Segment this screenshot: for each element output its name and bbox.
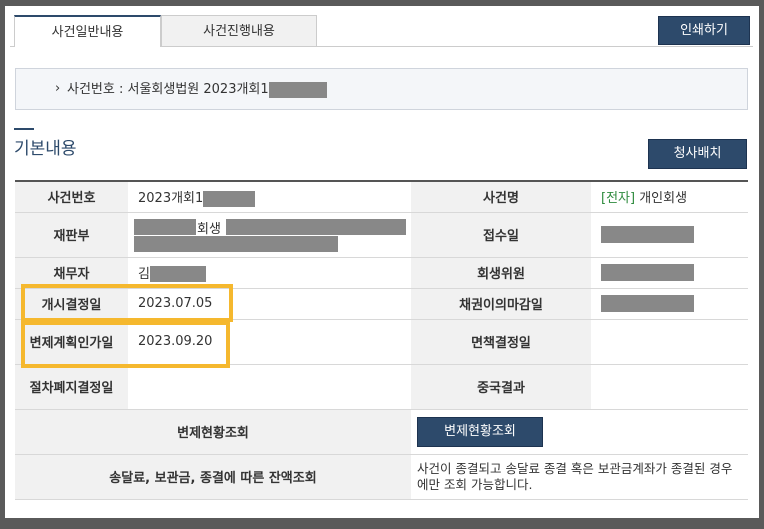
debtor-label: 채무자 bbox=[15, 257, 128, 289]
claim-deadline-cell bbox=[591, 288, 748, 320]
case-number-text: 사건번호 : 서울회생법원 2023개회1 bbox=[67, 82, 269, 97]
trustee-label: 회생위원 bbox=[411, 257, 591, 289]
redacted-block bbox=[203, 190, 256, 207]
repayment-status-button[interactable]: 변제현황조회 bbox=[417, 416, 543, 447]
abolish-value bbox=[128, 364, 411, 410]
print-button[interactable]: 인쇄하기 bbox=[658, 16, 750, 45]
abolish-label: 절차폐지결정일 bbox=[15, 364, 128, 410]
case-detail-panel: 사건일반내용 사건진행내용 인쇄하기 › 사건번호 : 서울회생법원 2023개… bbox=[5, 6, 759, 518]
court-label: 재판부 bbox=[15, 212, 128, 258]
debtor-value: 김 bbox=[138, 266, 150, 282]
redacted-block bbox=[601, 295, 694, 312]
debtor-cell: 김 bbox=[128, 257, 411, 289]
redacted-block bbox=[149, 266, 206, 283]
tab-progress-info[interactable]: 사건진행내용 bbox=[161, 15, 317, 47]
tab-general-info[interactable]: 사건일반내용 bbox=[14, 15, 161, 47]
basic-info-table: 사건번호 2023개회1 사건명 [전자] 개인회생 재판부 회생 접수일 채무… bbox=[15, 180, 748, 500]
redacted-block bbox=[226, 218, 406, 235]
discharge-value bbox=[591, 319, 748, 365]
court-value: 회생 bbox=[197, 221, 221, 237]
case-number-label: 사건번호 bbox=[15, 181, 128, 213]
repayment-status-label: 변제현황조회 bbox=[15, 409, 411, 455]
redacted-block bbox=[601, 264, 694, 281]
table-row: 재판부 회생 접수일 bbox=[15, 212, 748, 258]
table-row: 사건번호 2023개회1 사건명 [전자] 개인회생 bbox=[15, 181, 748, 213]
discharge-label: 면책결정일 bbox=[411, 319, 591, 365]
section-title: 기본내용 bbox=[14, 139, 77, 159]
bullet-icon: › bbox=[55, 81, 61, 96]
assign-court-button[interactable]: 청사배치 bbox=[648, 139, 747, 169]
case-name-label: 사건명 bbox=[411, 181, 591, 213]
plan-approval-value: 2023.09.20 bbox=[128, 319, 411, 365]
balance-inquiry-note: 사건이 종결되고 송달료 종결 혹은 보관금계좌가 종결된 경우에만 조회 가능… bbox=[411, 454, 748, 500]
start-decision-label: 개시결정일 bbox=[15, 288, 128, 320]
electronic-tag: [전자] bbox=[601, 191, 636, 207]
repayment-status-cell: 변제현황조회 bbox=[411, 409, 748, 455]
redacted-block bbox=[134, 235, 338, 252]
claim-deadline-label: 채권이의마감일 bbox=[411, 288, 591, 320]
termination-label: 중국결과 bbox=[411, 364, 591, 410]
plan-approval-label: 변제계획인가일 bbox=[15, 319, 128, 365]
start-decision-value: 2023.07.05 bbox=[128, 288, 411, 320]
received-date-label: 접수일 bbox=[411, 212, 591, 258]
case-name-cell: [전자] 개인회생 bbox=[591, 181, 748, 213]
section-title-accent bbox=[14, 128, 34, 130]
table-row: 변제현황조회 변제현황조회 bbox=[15, 409, 748, 455]
table-row: 채무자 김 회생위원 bbox=[15, 257, 748, 289]
redacted-block bbox=[134, 218, 196, 235]
table-row: 절차폐지결정일 중국결과 bbox=[15, 364, 748, 410]
case-number-value: 2023개회1 bbox=[138, 191, 204, 206]
case-name-value: 개인회생 bbox=[639, 191, 688, 207]
table-row: 송달료, 보관금, 종결에 따른 잔액조회 사건이 종결되고 송달료 종결 혹은… bbox=[15, 454, 748, 500]
trustee-cell bbox=[591, 257, 748, 289]
received-date-cell bbox=[591, 212, 748, 258]
tab-divider bbox=[317, 46, 753, 47]
table-row: 개시결정일 2023.07.05 채권이의마감일 bbox=[15, 288, 748, 320]
court-cell: 회생 bbox=[128, 212, 411, 258]
table-row: 변제계획인가일 2023.09.20 면책결정일 bbox=[15, 319, 748, 365]
case-number-line: 사건번호 : 서울회생법원 2023개회1 bbox=[67, 69, 327, 111]
redacted-block bbox=[601, 226, 694, 243]
termination-value bbox=[591, 364, 748, 410]
balance-inquiry-label: 송달료, 보관금, 종결에 따른 잔액조회 bbox=[15, 454, 411, 500]
case-number-cell: 2023개회1 bbox=[128, 181, 411, 213]
redacted-block bbox=[268, 81, 327, 98]
case-number-box: › 사건번호 : 서울회생법원 2023개회1 bbox=[15, 68, 748, 110]
